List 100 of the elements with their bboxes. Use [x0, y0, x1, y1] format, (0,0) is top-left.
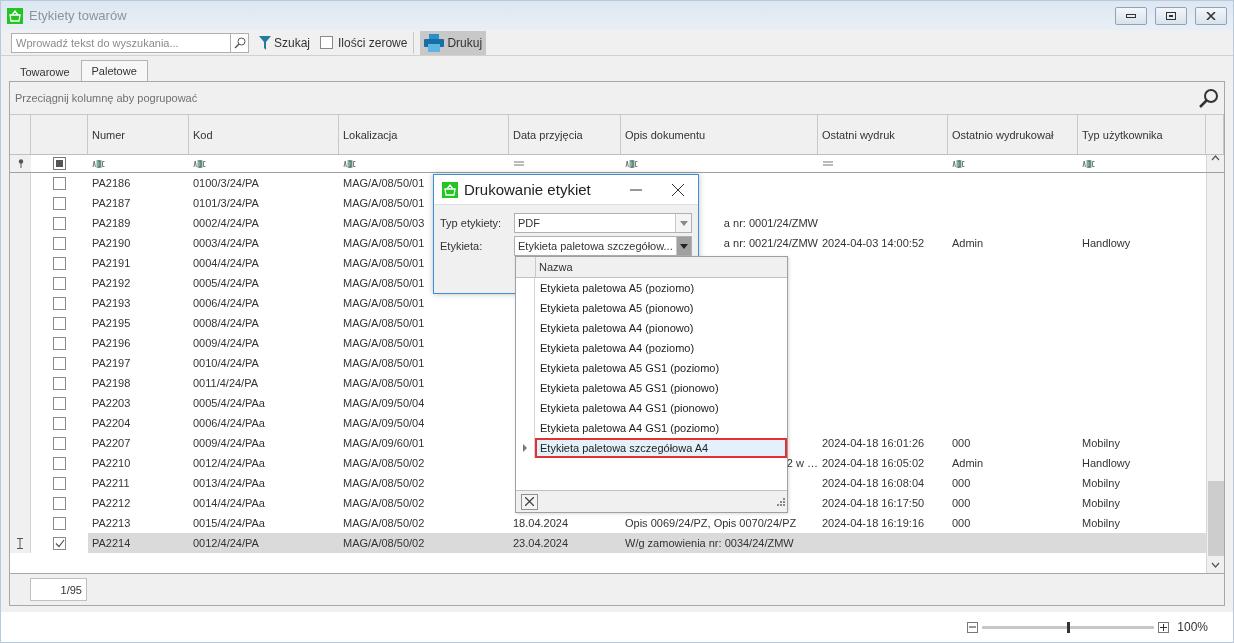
row-checkbox[interactable] — [53, 436, 66, 450]
table-cell: 0005/4/24/PAa — [193, 397, 265, 409]
table-cell: MAG/A/09/50/04 — [343, 417, 425, 429]
zoom-thumb[interactable] — [1067, 621, 1071, 633]
search-icon[interactable] — [1199, 88, 1219, 108]
zoom-in-button[interactable] — [1158, 621, 1170, 633]
basket-icon — [442, 181, 458, 198]
row-checkbox[interactable] — [53, 336, 66, 350]
row-checkbox[interactable] — [53, 276, 66, 290]
row-checkbox[interactable] — [53, 236, 66, 250]
table-cell: 0011/4/24/PA — [193, 377, 259, 389]
dialog-title: Drukowanie etykiet — [464, 181, 592, 198]
table-cell: Opis 0069/24/PZ, Opis 0070/24/PZ — [625, 517, 797, 529]
clear-button[interactable] — [521, 493, 538, 510]
table-cell: PA2192 — [92, 277, 131, 289]
table-cell: Mobilny — [1082, 437, 1120, 449]
filter-button[interactable]: Szukaj — [255, 30, 315, 55]
table-cell: Handlowy — [1082, 237, 1131, 249]
row-checkbox[interactable] — [53, 416, 66, 430]
column-header[interactable]: Ostatni wydruk — [818, 115, 948, 154]
table-cell: 0005/4/24/PA — [193, 277, 259, 289]
text-filter-icon[interactable] — [625, 159, 639, 168]
search-field[interactable]: Wprowadź tekst do wyszukania... — [11, 32, 249, 53]
close-icon[interactable] — [672, 183, 684, 196]
zero-quantity-checkbox[interactable] — [320, 36, 334, 49]
dropdown-button[interactable] — [675, 237, 691, 255]
table-cell: PA2197 — [92, 357, 131, 369]
row-checkbox[interactable] — [53, 476, 66, 490]
row-checkbox[interactable] — [53, 176, 66, 190]
maximize-button[interactable] — [1155, 6, 1187, 25]
table-cell: 000 — [952, 477, 971, 489]
select-all-checkbox[interactable] — [53, 157, 66, 170]
table-cell: 000 — [952, 517, 971, 529]
close-button[interactable] — [1195, 6, 1227, 25]
table-cell: PA2189 — [92, 217, 131, 229]
column-header[interactable]: Opis dokumentu — [621, 115, 818, 154]
scroll-down-icon[interactable] — [1211, 562, 1220, 568]
zoom-out-button[interactable] — [967, 621, 979, 633]
list-item[interactable]: Etykieta paletowa A5 (poziomo) — [535, 278, 787, 298]
printer-icon — [424, 33, 445, 52]
row-checkbox[interactable] — [53, 316, 66, 330]
scrollbar[interactable] — [1206, 173, 1224, 573]
text-filter-icon[interactable] — [343, 159, 357, 168]
column-header[interactable]: Data przyjęcia — [509, 115, 621, 154]
label-dropdown[interactable]: Etykieta paletowa szczegółow... — [514, 236, 692, 256]
list-item[interactable]: Etykieta paletowa A4 GS1 (poziomo) — [535, 418, 787, 438]
row-checkbox[interactable] — [53, 256, 66, 270]
table-cell: MAG/A/08/50/01 — [343, 317, 425, 329]
table-cell: 0006/4/24/PAa — [193, 417, 265, 429]
row-checkbox[interactable] — [53, 216, 66, 230]
table-cell: Admin — [952, 237, 984, 249]
text-filter-icon[interactable] — [92, 159, 106, 168]
table-cell: MAG/A/09/60/01 — [343, 437, 425, 449]
text-filter-icon[interactable] — [952, 159, 966, 168]
resize-grip-icon[interactable] — [777, 497, 785, 506]
row-checkbox[interactable] — [53, 516, 66, 530]
row-checkbox[interactable] — [53, 456, 66, 470]
minimize-button[interactable] — [1115, 6, 1147, 25]
row-checkbox[interactable] — [53, 536, 66, 550]
table-cell: MAG/A/08/50/02 — [343, 497, 425, 509]
label-dropdown[interactable]: PDF — [514, 213, 692, 233]
row-checkbox[interactable] — [53, 496, 66, 510]
list-item[interactable]: Etykieta paletowa A5 GS1 (poziomo) — [535, 358, 787, 378]
table-cell: 0008/4/24/PA — [193, 317, 259, 329]
column-header[interactable]: Lokalizacja — [339, 115, 509, 154]
scrollbar[interactable] — [1206, 155, 1224, 172]
tab[interactable]: Paletowe — [80, 60, 148, 81]
pin-icon[interactable] — [17, 159, 24, 168]
table-cell: PA2207 — [92, 437, 131, 449]
table-cell: MAG/A/08/50/01 — [343, 177, 425, 189]
table-cell: 0101/3/24/PA — [193, 197, 259, 209]
list-item[interactable]: Etykieta paletowa A5 GS1 (pionowo) — [535, 378, 787, 398]
scroll-thumb[interactable] — [1207, 481, 1224, 556]
caret-icon — [679, 220, 688, 226]
row-checkbox[interactable] — [53, 196, 66, 210]
text-filter-icon[interactable] — [1082, 159, 1096, 168]
list-item[interactable]: Etykieta paletowa A5 (pionowo) — [535, 298, 787, 318]
tab[interactable]: Towarowe — [9, 62, 81, 81]
column-header[interactable]: Kod — [189, 115, 339, 154]
minimize-icon[interactable] — [630, 188, 642, 191]
column-header[interactable]: Ostatnio wydrukował — [948, 115, 1078, 154]
table-cell: 23.04.2024 — [513, 537, 569, 549]
list-item[interactable]: Etykieta paletowa A4 GS1 (pionowo) — [535, 398, 787, 418]
list-item[interactable]: Etykieta paletowa A4 (poziomo) — [535, 338, 787, 358]
row-checkbox[interactable] — [53, 376, 66, 390]
equals-filter-icon[interactable] — [822, 160, 834, 167]
table-cell: 0009/4/24/PAa — [193, 437, 265, 449]
text-filter-icon[interactable] — [193, 159, 207, 168]
list-item[interactable]: Etykieta paletowa szczegółowa A4 — [535, 438, 787, 458]
list-item[interactable]: Etykieta paletowa A4 (pionowo) — [535, 318, 787, 338]
row-checkbox[interactable] — [53, 396, 66, 410]
scroll-up-icon[interactable] — [1211, 155, 1220, 161]
search-button[interactable] — [230, 33, 248, 52]
equals-filter-icon[interactable] — [513, 160, 525, 167]
row-header[interactable] — [10, 533, 31, 553]
column-header[interactable]: Numer — [88, 115, 189, 154]
print-button[interactable]: Drukuj — [420, 30, 487, 55]
column-header[interactable]: Typ użytkownika — [1078, 115, 1206, 154]
row-checkbox[interactable] — [53, 296, 66, 310]
row-checkbox[interactable] — [53, 356, 66, 370]
